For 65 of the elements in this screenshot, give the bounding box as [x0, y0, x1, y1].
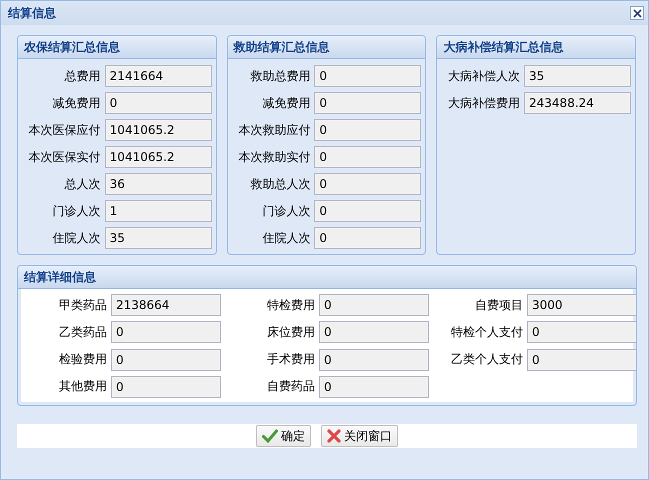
value-field[interactable]: 36	[104, 173, 212, 195]
field-label: 大病补偿费用	[447, 94, 520, 112]
close-button[interactable]	[630, 6, 644, 20]
value-field[interactable]: 0	[314, 65, 422, 87]
value-field[interactable]: 0	[314, 227, 422, 249]
value-field[interactable]: 3000	[527, 294, 636, 316]
field-label: 手术费用	[266, 351, 315, 368]
field-label: 自费项目	[474, 296, 523, 314]
window-title: 结算信息	[8, 4, 56, 22]
value-field[interactable]: 0	[319, 294, 429, 316]
field-label: 减免费用	[52, 94, 101, 112]
value-field[interactable]: 1041065.2	[104, 146, 212, 168]
panel-title: 结算详细信息	[24, 268, 96, 286]
close-icon	[632, 8, 642, 18]
value-field[interactable]: 0	[527, 348, 636, 371]
field-label: 其他费用	[58, 378, 107, 396]
value-field[interactable]: 0	[111, 321, 221, 344]
value-field[interactable]: 1	[104, 200, 212, 222]
value-field[interactable]: 0	[104, 92, 212, 114]
value-field[interactable]: 0	[111, 348, 221, 371]
confirm-button[interactable]: 确定	[256, 425, 311, 447]
value-field[interactable]: 0	[314, 146, 422, 168]
value-field[interactable]: 2138664	[111, 294, 221, 316]
field-label: 总人次	[64, 176, 101, 192]
value-field[interactable]: 0	[314, 173, 422, 195]
field-label: 床位费用	[266, 324, 315, 341]
field-label: 救助总人次	[249, 176, 310, 192]
field-label: 总费用	[64, 68, 101, 84]
field-label: 本次救助应付	[237, 122, 310, 138]
field-label: 乙类药品	[58, 324, 107, 341]
value-field[interactable]: 0	[314, 92, 422, 114]
value-field[interactable]: 0	[319, 376, 429, 398]
value-field[interactable]: 0	[319, 348, 429, 371]
panel-title: 大病补偿结算汇总信息	[443, 38, 564, 56]
panel-title: 农保结算汇总信息	[24, 38, 120, 56]
field-label: 本次医保应付	[28, 122, 101, 138]
value-field[interactable]: 0	[314, 119, 422, 141]
cross-icon	[327, 429, 341, 443]
value-field[interactable]: 2141664	[104, 65, 212, 87]
field-label: 本次救助实付	[237, 148, 310, 166]
panel-title: 救助结算汇总信息	[234, 38, 330, 56]
value-field[interactable]: 0	[527, 321, 636, 344]
value-field[interactable]: 0	[111, 376, 221, 398]
field-label: 门诊人次	[52, 202, 101, 220]
value-field[interactable]: 0	[314, 200, 422, 222]
value-field[interactable]: 35	[104, 227, 212, 249]
field-label: 减免费用	[261, 94, 310, 112]
checkmark-icon	[262, 429, 278, 443]
field-label: 自费药品	[266, 378, 315, 396]
field-label: 住院人次	[261, 230, 310, 246]
field-label: 乙类个人支付	[450, 351, 523, 368]
field-label: 特检个人支付	[450, 324, 523, 341]
field-label: 大病补偿人次	[447, 68, 520, 84]
field-label: 甲类药品	[58, 296, 107, 314]
field-label: 特检费用	[266, 296, 315, 314]
field-label: 本次医保实付	[28, 148, 101, 166]
value-field[interactable]: 1041065.2	[104, 119, 212, 141]
field-label: 住院人次	[52, 230, 101, 246]
field-label: 检验费用	[58, 351, 107, 368]
value-field[interactable]: 243488.24	[524, 92, 632, 114]
value-field[interactable]: 0	[319, 321, 429, 344]
field-label: 救助总费用	[249, 68, 310, 84]
field-label: 门诊人次	[261, 202, 310, 220]
close-window-button[interactable]: 关闭窗口	[321, 425, 398, 447]
value-field[interactable]: 35	[524, 65, 632, 87]
